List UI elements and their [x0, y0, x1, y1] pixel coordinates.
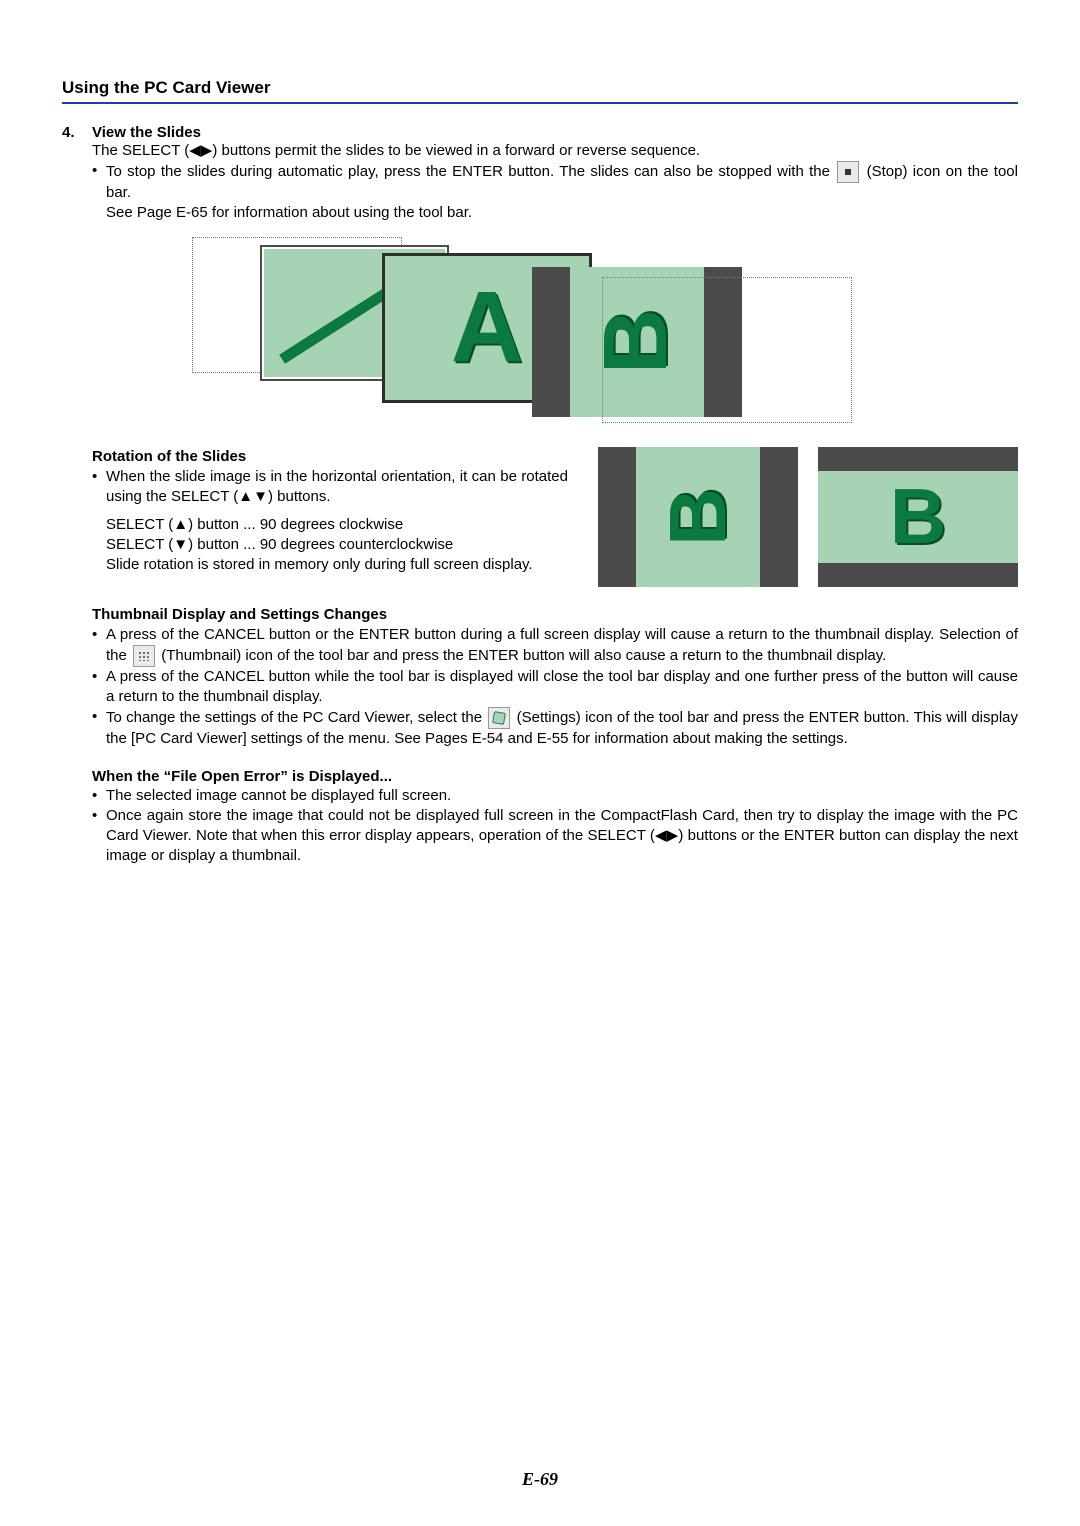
- bullet-text: A press of the CANCEL button while the t…: [106, 667, 1018, 707]
- up-down-arrows: ▲▼: [238, 488, 268, 505]
- rotation-note: Slide rotation is stored in memory only …: [106, 555, 568, 575]
- text-part: ) button ... 90 degrees counterclockwise: [188, 536, 453, 553]
- section-4-heading: 4. View the Slides: [62, 124, 1018, 141]
- thumbnail-section: Thumbnail Display and Settings Changes •…: [92, 605, 1018, 749]
- bullet-item: • To change the settings of the PC Card …: [92, 707, 1018, 749]
- text-part: To change the settings of the PC Card Vi…: [106, 709, 486, 726]
- text-part: ) button ... 90 degrees clockwise: [188, 516, 403, 533]
- slide-letter-b-rotated: B: [652, 488, 744, 546]
- down-arrow: ▼: [173, 536, 188, 553]
- bullet-text: When the slide image is in the horizonta…: [106, 467, 568, 507]
- thumbnail-title: Thumbnail Display and Settings Changes: [92, 605, 1018, 625]
- bullet-item: • Once again store the image that could …: [92, 806, 1018, 866]
- left-right-arrows: ◀▶: [189, 142, 212, 159]
- stop-icon: [837, 161, 859, 183]
- bullet-text: The selected image cannot be displayed f…: [106, 786, 1018, 806]
- settings-icon: [488, 707, 510, 729]
- header-rule: [62, 102, 1018, 104]
- bullet-dot: •: [92, 806, 106, 866]
- rotation-after: B: [818, 447, 1018, 587]
- bullet-text: To stop the slides during automatic play…: [106, 161, 1018, 203]
- body-line: See Page E-65 for information about usin…: [106, 203, 1018, 223]
- section-title: View the Slides: [92, 124, 201, 141]
- bullet-item: • A press of the CANCEL button while the…: [92, 667, 1018, 707]
- rotation-cw-line: SELECT (▲) button ... 90 degrees clockwi…: [106, 515, 568, 535]
- text-part: SELECT (: [106, 516, 173, 533]
- bullet-dot: •: [92, 467, 106, 507]
- text-part: The SELECT (: [92, 142, 189, 159]
- bullet-item: • A press of the CANCEL button or the EN…: [92, 625, 1018, 667]
- text-part: SELECT (: [106, 536, 173, 553]
- rotation-ccw-line: SELECT (▼) button ... 90 degrees counter…: [106, 535, 568, 555]
- figure-rotation: B B: [588, 447, 1018, 587]
- text-part: ) buttons.: [268, 488, 331, 505]
- slide-letter-a: A: [451, 270, 523, 385]
- bullet-item: • To stop the slides during automatic pl…: [92, 161, 1018, 203]
- bullet-text: To change the settings of the PC Card Vi…: [106, 707, 1018, 749]
- bullet-dot: •: [92, 667, 106, 707]
- bullet-item: • When the slide image is in the horizon…: [92, 467, 568, 507]
- left-right-arrows: ◀▶: [655, 827, 678, 844]
- bullet-dot: •: [92, 707, 106, 749]
- bullet-dot: •: [92, 625, 106, 667]
- bullet-text: Once again store the image that could no…: [106, 806, 1018, 866]
- thumbnail-icon: [133, 645, 155, 667]
- page-number: E-69: [0, 1469, 1080, 1490]
- slide-letter-b: B: [890, 471, 946, 562]
- text-part: (Thumbnail) icon of the tool bar and pre…: [161, 647, 886, 664]
- up-arrow: ▲: [173, 516, 188, 533]
- text-part: ) buttons permit the slides to be viewed…: [212, 142, 700, 159]
- page-title: Using the PC Card Viewer: [62, 78, 1018, 98]
- bullet-item: • The selected image cannot be displayed…: [92, 786, 1018, 806]
- bullet-dot: •: [92, 786, 106, 806]
- bullet-dot: •: [92, 161, 106, 203]
- dotted-frame-right: [602, 277, 852, 423]
- rotation-before: B: [598, 447, 798, 587]
- document-page: Using the PC Card Viewer 4. View the Sli…: [0, 0, 1080, 1526]
- body-line: The SELECT (◀▶) buttons permit the slide…: [92, 141, 1018, 161]
- text-part: When the slide image is in the horizonta…: [106, 468, 568, 505]
- section-4-body: The SELECT (◀▶) buttons permit the slide…: [92, 141, 1018, 223]
- file-open-error-title: When the “File Open Error” is Displayed.…: [92, 767, 1018, 787]
- rotation-title: Rotation of the Slides: [92, 447, 568, 467]
- section-number: 4.: [62, 124, 92, 141]
- figure-slide-sequence: A B: [62, 233, 1018, 423]
- bullet-text: A press of the CANCEL button or the ENTE…: [106, 625, 1018, 667]
- file-open-error-section: When the “File Open Error” is Displayed.…: [92, 767, 1018, 867]
- rotation-section: Rotation of the Slides • When the slide …: [62, 447, 1018, 587]
- text-part: To stop the slides during automatic play…: [106, 163, 835, 180]
